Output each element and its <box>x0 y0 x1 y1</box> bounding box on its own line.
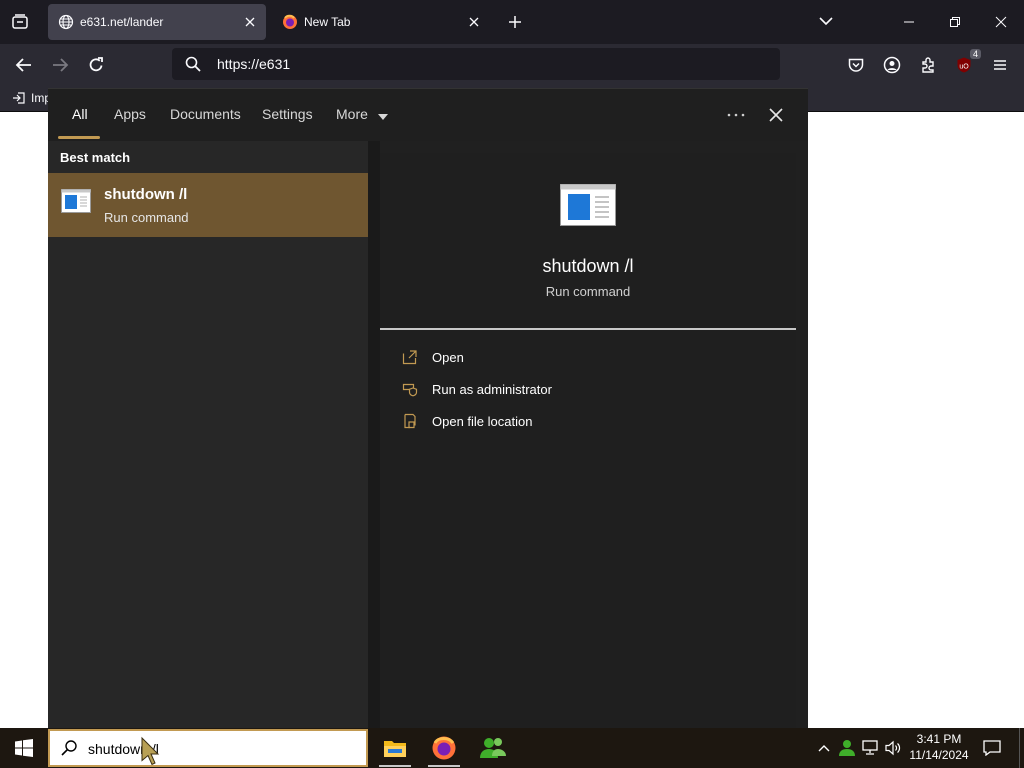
clock-time: 3:41 PM <box>916 732 962 746</box>
url-text[interactable]: https://e631 <box>217 56 290 72</box>
result-detail-pane: shutdown /l Run command Open Run as admi… <box>380 153 796 729</box>
ublock-origin-icon[interactable]: uO 4 <box>952 49 981 77</box>
detail-title: shutdown /l <box>542 256 634 276</box>
action-run-as-admin[interactable]: Run as administrator <box>402 381 552 397</box>
bookmark-import[interactable]: Imp <box>12 91 51 105</box>
shield-icon <box>402 381 418 397</box>
action-open-file-location[interactable]: Open file location <box>402 413 532 429</box>
taskbar-search-box[interactable]: shutdown /l <box>48 729 368 767</box>
people-icon[interactable] <box>469 728 517 768</box>
best-match-result[interactable]: shutdown /l Run command <box>48 173 368 237</box>
close-tab-icon[interactable] <box>240 12 260 32</box>
back-arrow-icon[interactable] <box>12 53 36 77</box>
file-explorer-icon[interactable] <box>371 728 419 768</box>
tab-settings[interactable]: Settings <box>262 106 313 122</box>
running-indicator <box>428 765 460 767</box>
close-tab-icon[interactable] <box>464 12 484 32</box>
firefox-view-icon[interactable] <box>8 10 32 34</box>
tab-more[interactable]: More <box>336 106 388 123</box>
minimize-icon[interactable] <box>895 8 923 36</box>
action-label: Open <box>432 349 464 365</box>
browser-nav-bar: https://e631 uO 4 <box>0 44 1024 86</box>
address-bar[interactable]: https://e631 <box>172 48 780 80</box>
restore-icon[interactable] <box>941 8 969 36</box>
clock-date: 11/14/2024 <box>909 748 969 762</box>
file-location-icon <box>402 413 418 429</box>
action-open[interactable]: Open <box>402 349 464 365</box>
best-match-heading: Best match <box>60 150 131 165</box>
pocket-icon[interactable] <box>844 53 868 77</box>
globe-icon <box>58 14 74 30</box>
result-title: shutdown /l <box>104 186 188 203</box>
chevron-down-icon[interactable] <box>815 10 837 32</box>
search-results-list: Best match shutdown /l Run command <box>48 141 368 729</box>
notifications-icon[interactable] <box>980 737 1004 759</box>
action-label: Run as administrator <box>432 381 552 397</box>
caret-down-icon <box>377 107 388 123</box>
run-command-icon <box>61 189 91 213</box>
show-desktop-button[interactable] <box>1019 728 1024 768</box>
user-status-icon[interactable] <box>837 738 857 758</box>
action-label: Open file location <box>432 413 533 429</box>
active-tab-indicator <box>58 136 100 139</box>
close-icon[interactable] <box>764 103 788 127</box>
tab-apps[interactable]: Apps <box>114 106 146 122</box>
volume-icon[interactable] <box>883 738 903 758</box>
network-icon[interactable] <box>861 738 881 758</box>
open-icon <box>402 349 418 365</box>
more-options-icon[interactable] <box>724 103 748 127</box>
account-icon[interactable] <box>880 53 904 77</box>
hamburger-menu-icon[interactable] <box>988 53 1012 77</box>
extension-badge: 4 <box>969 49 981 59</box>
reload-icon[interactable] <box>84 53 108 77</box>
import-icon <box>12 91 26 105</box>
chevron-up-icon[interactable] <box>814 738 834 758</box>
panel-divider <box>368 141 380 729</box>
tab-title: e631.net/lander <box>80 15 164 29</box>
firefox-icon[interactable] <box>420 728 468 768</box>
windows-start-icon[interactable] <box>0 728 48 768</box>
run-command-icon <box>560 184 616 226</box>
forward-arrow-icon[interactable] <box>48 53 72 77</box>
tab-more-label: More <box>336 106 368 122</box>
tab-documents[interactable]: Documents <box>170 106 241 122</box>
windows-search-panel: All Apps Documents Settings More Best ma… <box>48 88 808 729</box>
svg-text:uO: uO <box>959 64 969 71</box>
tab-all[interactable]: All <box>72 106 88 122</box>
mouse-cursor-icon <box>140 736 162 766</box>
search-icon <box>60 739 78 757</box>
search-icon <box>184 55 202 73</box>
new-tab-plus-icon[interactable] <box>503 10 527 34</box>
browser-tab-bar: e631.net/lander New Tab <box>0 0 1024 44</box>
search-filter-tabs: All Apps Documents Settings More <box>48 89 808 141</box>
running-indicator <box>379 765 411 767</box>
tab-e631[interactable]: e631.net/lander <box>48 4 266 40</box>
close-window-icon[interactable] <box>987 8 1015 36</box>
detail-separator <box>380 328 796 330</box>
system-clock[interactable]: 3:41 PM 11/14/2024 <box>902 731 976 763</box>
extensions-icon[interactable] <box>916 53 940 77</box>
tab-new-tab[interactable]: New Tab <box>272 4 490 40</box>
result-subtitle: Run command <box>104 210 189 225</box>
detail-subtitle: Run command <box>545 284 631 299</box>
tab-title: New Tab <box>304 15 351 29</box>
firefox-icon <box>282 14 298 30</box>
